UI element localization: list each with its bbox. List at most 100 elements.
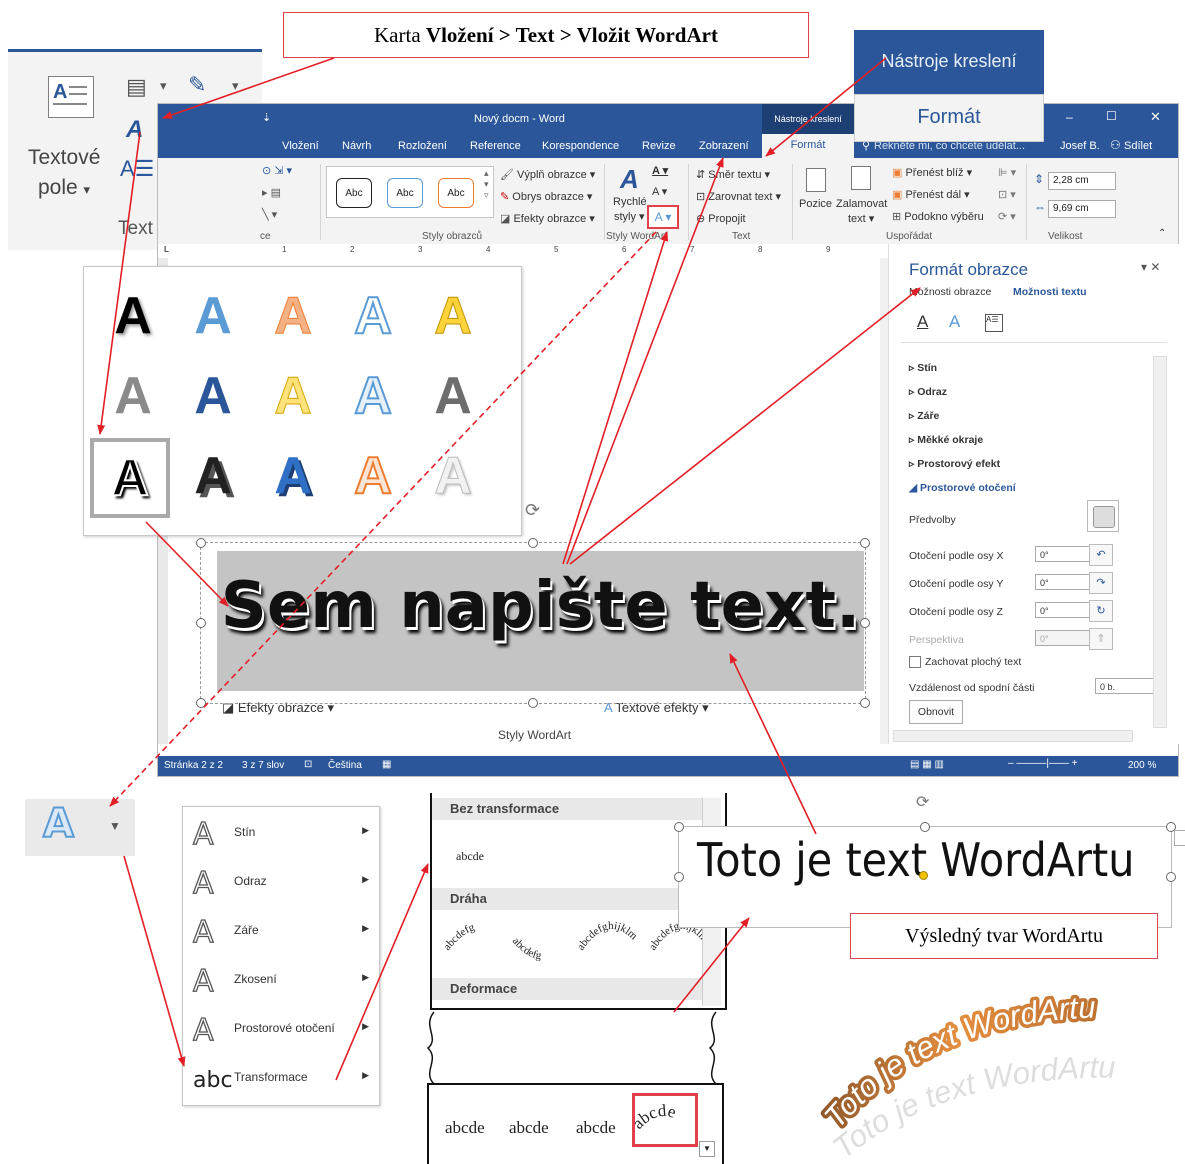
wordart-style-4[interactable]: A bbox=[340, 283, 406, 349]
dropcap-icon[interactable]: A☰ bbox=[120, 156, 154, 182]
send-backward-button[interactable]: ▣ Přenést dál ▾ bbox=[892, 188, 970, 201]
quick-parts-icon[interactable]: ▤ bbox=[126, 74, 147, 100]
wrap-text-label-2[interactable]: text ▾ bbox=[848, 212, 874, 225]
wordart-style-5[interactable]: A bbox=[420, 283, 486, 349]
dropdown-icon[interactable]: ▾ bbox=[160, 78, 167, 94]
height-input[interactable]: 2,28 cm bbox=[1048, 172, 1116, 190]
rotate-icon[interactable]: ⟳ ▾ bbox=[998, 210, 1016, 223]
deform-sample-3[interactable]: abcde bbox=[576, 1118, 616, 1138]
shape-gallery-fragment-2[interactable]: ▸ ▤ bbox=[262, 186, 281, 199]
section-soft-edges[interactable]: ▹ Měkké okraje bbox=[909, 434, 983, 446]
maximize-button[interactable]: ☐ bbox=[1106, 109, 1117, 123]
quick-styles-label-2[interactable]: styly ▾ bbox=[614, 210, 645, 223]
rotate-y-up-icon[interactable]: ↷ bbox=[1089, 572, 1113, 594]
position-button[interactable]: Pozice bbox=[799, 198, 832, 210]
macro-icon[interactable]: ▦ bbox=[382, 759, 391, 770]
status-language[interactable]: Čeština bbox=[328, 760, 362, 771]
section-3d-format[interactable]: ▹ Prostorový efekt bbox=[909, 458, 1000, 470]
menu-item-3d-rotation[interactable]: A Prostorové otočení ▶ bbox=[183, 1005, 379, 1053]
deform-sample-1[interactable]: abcde bbox=[445, 1118, 485, 1138]
signature-line-icon[interactable]: ✎ bbox=[188, 72, 206, 98]
menu-item-bevel[interactable]: A Zkosení ▶ bbox=[183, 956, 379, 1004]
format-tab-big[interactable]: Formát bbox=[854, 94, 1044, 142]
no-transform-sample[interactable]: abcde bbox=[456, 849, 484, 864]
wordart-style-9[interactable]: A bbox=[340, 363, 406, 429]
tab-zobrazeni[interactable]: Zobrazení bbox=[699, 140, 749, 152]
dropdown-icon[interactable]: ▾ bbox=[232, 78, 239, 94]
resize-handle[interactable] bbox=[196, 698, 206, 708]
status-words[interactable]: 3 z 7 slov bbox=[242, 760, 284, 771]
resize-handle[interactable] bbox=[860, 538, 870, 548]
gallery-scroll[interactable]: ▴ ▾ ▿ bbox=[484, 168, 489, 201]
wordart-style-8[interactable]: A bbox=[260, 363, 326, 429]
distance-input[interactable]: 0 b. bbox=[1095, 678, 1155, 694]
dropdown-icon[interactable]: ▼ bbox=[109, 819, 121, 833]
quick-styles-label-1[interactable]: Rychlé bbox=[613, 196, 647, 208]
menu-item-glow[interactable]: A Záře ▶ bbox=[183, 907, 379, 955]
text-effects-pane-icon[interactable]: A bbox=[949, 312, 960, 332]
style-abc-3[interactable]: Abc bbox=[438, 178, 474, 208]
quick-access-arrow[interactable]: ⇣ bbox=[262, 111, 271, 124]
close-button[interactable]: ✕ bbox=[1150, 109, 1161, 125]
menu-item-reflection[interactable]: A Odraz ▶ bbox=[183, 858, 379, 906]
reset-button[interactable]: Obnovit bbox=[909, 700, 963, 724]
tab-revize[interactable]: Revize bbox=[642, 140, 676, 152]
rotate-x-left-icon[interactable]: ↶ bbox=[1089, 544, 1113, 566]
resize-handle[interactable] bbox=[674, 822, 684, 832]
group-icon[interactable]: ⊡ ▾ bbox=[998, 188, 1016, 201]
deform-sample-4-selected[interactable]: abcde bbox=[628, 1093, 698, 1147]
style-abc-1[interactable]: Abc bbox=[336, 178, 372, 208]
text-effects-big-icon[interactable]: A ▼ bbox=[25, 799, 135, 856]
path-samples[interactable]: abcdefg abcdefg abcdefghijklm abcdefghij… bbox=[442, 911, 712, 971]
shape-outline-button[interactable]: ✎ Obrys obrazce ▾ bbox=[500, 190, 592, 203]
text-fill-outline-icon[interactable]: A bbox=[917, 312, 928, 332]
collapse-ribbon-icon[interactable]: ⌃ bbox=[1158, 228, 1166, 239]
textbox-pane-icon[interactable]: A☰ bbox=[985, 314, 1003, 332]
shape-fill-button[interactable]: 🖌 Výplň obrazce ▾ bbox=[500, 168, 595, 181]
deform-sample-2[interactable]: abcde bbox=[509, 1118, 549, 1138]
view-icons[interactable]: ▤ ▦ ▥ bbox=[910, 759, 944, 770]
share-button[interactable]: Sdílet bbox=[1124, 140, 1152, 152]
create-link-button[interactable]: ⊖ Propojit bbox=[696, 212, 746, 225]
rotate-handle-icon[interactable]: ⟳ bbox=[916, 792, 929, 812]
text-outline-icon[interactable]: A ▾ bbox=[652, 185, 667, 198]
wordart-style-3[interactable]: A bbox=[260, 283, 326, 349]
gallery-more-icon[interactable]: ▼ bbox=[699, 1141, 715, 1157]
wrap-text-label-1[interactable]: Zalamovat bbox=[836, 198, 887, 210]
ruler[interactable]: L 1 2 3 4 5 6 7 8 9 bbox=[158, 244, 888, 259]
resize-handle[interactable] bbox=[860, 698, 870, 708]
wordart-style-1[interactable]: A bbox=[100, 283, 166, 349]
section-reflection[interactable]: ▹ Odraz bbox=[909, 386, 947, 398]
user-name[interactable]: Josef B. bbox=[1060, 140, 1100, 152]
align-icon[interactable]: ⊫ ▾ bbox=[998, 166, 1016, 179]
proofing-icon[interactable]: ⊡ bbox=[304, 759, 312, 770]
textbox-label-1[interactable]: Textové bbox=[28, 146, 100, 170]
tab-format[interactable]: Formát bbox=[762, 134, 854, 158]
resize-handle[interactable] bbox=[920, 822, 930, 832]
textbox-icon[interactable]: A bbox=[48, 76, 94, 118]
wordart-icon[interactable]: A bbox=[126, 116, 143, 144]
tab-reference[interactable]: Reference bbox=[470, 140, 521, 152]
menu-item-shadow[interactable]: A Stín ▶ bbox=[183, 809, 379, 857]
quick-styles-icon[interactable]: A bbox=[620, 164, 639, 195]
menu-item-transform[interactable]: abc Transformace ▶ bbox=[183, 1054, 379, 1102]
wordart-style-15[interactable]: A bbox=[420, 443, 486, 509]
adjust-handle[interactable] bbox=[919, 871, 928, 880]
resize-handle[interactable] bbox=[860, 618, 870, 628]
result-wordart-text[interactable]: Toto je text WordArtu bbox=[697, 833, 1135, 887]
rotate-z-icon[interactable]: ↻ bbox=[1089, 600, 1113, 622]
align-text-button[interactable]: ⊡ Zarovnat text ▾ bbox=[696, 190, 781, 203]
wrap-text-icon[interactable] bbox=[851, 166, 871, 190]
wordart-style-7[interactable]: A bbox=[180, 363, 246, 429]
style-abc-2[interactable]: Abc bbox=[387, 178, 423, 208]
bring-forward-button[interactable]: ▣ Přenést blíž ▾ bbox=[892, 166, 972, 179]
section-shadow[interactable]: ▹ Stín bbox=[909, 362, 937, 374]
wordart-style-13[interactable]: A bbox=[260, 443, 326, 509]
text-direction-button[interactable]: ⇵ Směr textu ▾ bbox=[696, 168, 770, 181]
resize-handle[interactable] bbox=[1166, 872, 1176, 882]
layout-options-icon[interactable] bbox=[1174, 830, 1185, 846]
resize-handle[interactable] bbox=[196, 538, 206, 548]
flat-text-checkbox[interactable] bbox=[909, 656, 921, 668]
wordart-style-2[interactable]: A bbox=[180, 283, 246, 349]
resize-handle[interactable] bbox=[196, 618, 206, 628]
